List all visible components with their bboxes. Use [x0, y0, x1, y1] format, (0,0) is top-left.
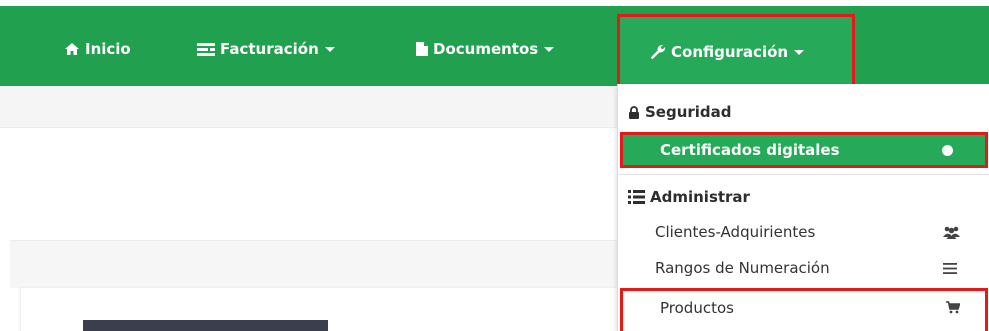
configuracion-dropdown: Seguridad Certificados digitales Adminis…: [617, 84, 989, 331]
wrench-icon: [650, 44, 666, 60]
lock-icon: [628, 105, 640, 119]
dropdown-header-administrar: Administrar: [628, 183, 750, 211]
dropdown-item-label: Productos: [660, 298, 734, 317]
dropdown-header-label: Administrar: [650, 188, 750, 206]
dropdown-item-certificados-digitales[interactable]: Certificados digitales: [620, 132, 988, 168]
top-navbar: Inicio Facturación Documentos Configurac…: [0, 0, 989, 90]
list-icon: [628, 190, 645, 204]
dropdown-item-label: Clientes-Adquirientes: [655, 223, 816, 241]
nav-item-configuracion[interactable]: Configuración: [617, 14, 855, 90]
nav-item-documentos[interactable]: Documentos: [416, 12, 555, 86]
dropdown-header-label: Seguridad: [645, 103, 732, 121]
nav-item-label: Facturación: [220, 40, 319, 58]
dropdown-item-clientes-adquirientes[interactable]: Clientes-Adquirientes: [618, 214, 989, 250]
nav-item-label: Configuración: [671, 43, 789, 61]
dropdown-item-label: Certificados digitales: [660, 141, 840, 159]
dropdown-divider: [618, 174, 989, 175]
app-stage: Inicio Facturación Documentos Configurac…: [0, 0, 989, 331]
dropdown-item-productos[interactable]: Productos: [620, 288, 988, 331]
nav-item-label: Documentos: [433, 40, 539, 58]
dropdown-header-seguridad: Seguridad: [628, 98, 732, 126]
caret-down-icon: [324, 46, 335, 52]
home-icon: [64, 42, 80, 56]
caret-down-icon: [544, 46, 555, 52]
billing-icon: [197, 42, 215, 56]
cart-icon: [946, 291, 960, 331]
nav-item-label: Inicio: [85, 40, 131, 58]
content-dark-block: [83, 320, 328, 331]
dot-icon: [942, 135, 953, 165]
nav-item-inicio[interactable]: Inicio: [64, 12, 131, 86]
nav-item-facturacion[interactable]: Facturación: [197, 12, 335, 86]
document-icon: [416, 42, 428, 56]
bars-icon: [943, 250, 957, 286]
dropdown-item-label: Rangos de Numeración: [655, 259, 830, 277]
users-icon: [943, 214, 960, 250]
dropdown-item-rangos-de-numeracion[interactable]: Rangos de Numeración: [618, 250, 989, 286]
caret-down-icon: [794, 49, 805, 55]
